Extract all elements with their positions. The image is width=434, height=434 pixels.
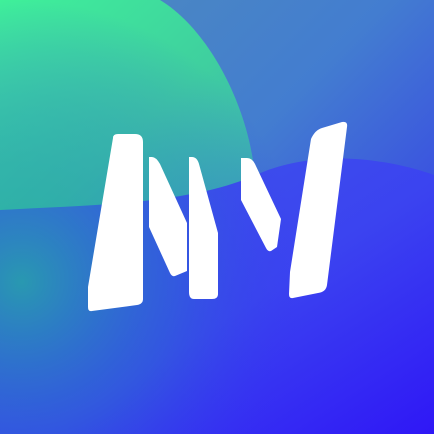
left-glow (0, 0, 434, 434)
app-icon (0, 0, 434, 434)
app-icon-artwork (0, 0, 434, 434)
